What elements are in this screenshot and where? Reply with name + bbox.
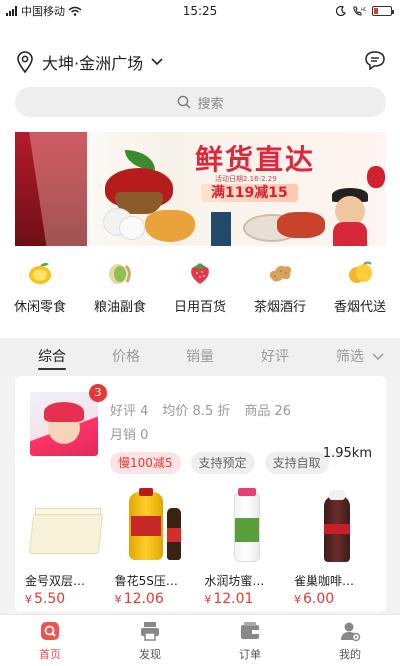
header-area: 大坤·金洲广场 搜索 鲜货直达 活动日期2.16-2.29 满119减15 休闲… (0, 22, 400, 338)
status-bar: 中国移动 15:25 HD (0, 0, 400, 22)
product-item[interactable]: 鲁花5S压… ¥12.06 (115, 488, 201, 608)
tab-label: 发现 (139, 647, 161, 661)
product-name: 鲁花5S压… (114, 574, 178, 588)
banner-title: 鲜货直达 (195, 143, 316, 176)
battery-icon (372, 6, 394, 16)
product-item[interactable]: 金号双层… ¥5.50 (25, 488, 111, 608)
shop-avatar (30, 392, 98, 456)
sort-tab-comprehensive[interactable]: 综合 (38, 338, 66, 376)
tab-label: 订单 (239, 647, 261, 661)
category-row: 休闲零食 粮油副食 日用百货 茶烟酒行 香烟代送 (0, 260, 400, 326)
category-label: 日用百货 (173, 300, 226, 315)
user-gear-icon (341, 622, 361, 641)
chevron-down-icon (151, 58, 163, 66)
chevron-down-icon (372, 353, 384, 360)
product-item[interactable]: 水润坊蜜… ¥12.01 (204, 488, 290, 608)
strawberry-icon (191, 263, 209, 284)
coffee-product-image (294, 488, 380, 566)
category-tea-wine[interactable]: 茶烟酒行 (241, 260, 319, 326)
sort-tab-rating[interactable]: 好评 (261, 338, 289, 376)
tea-box-image (211, 212, 231, 246)
search-bar[interactable]: 搜索 (15, 87, 386, 117)
tab-discover[interactable]: 发现 (100, 615, 200, 666)
shop-average-discount: 均价 8.5 折 (162, 404, 231, 419)
category-label: 粮油副食 (93, 300, 146, 315)
sausage-image (277, 212, 325, 238)
moon-icon (336, 6, 346, 16)
mango-icon (349, 261, 372, 283)
preorder-tag: 支持预定 (190, 452, 255, 474)
leaf-decoration (125, 150, 155, 170)
unread-badge: 3 (89, 384, 107, 402)
peanut-icon (269, 265, 292, 282)
pistachio-icon (109, 264, 131, 284)
self-pickup-tag: 支持自取 (264, 452, 329, 474)
product-name: 水润坊蜜… (204, 574, 265, 588)
product-item[interactable]: 雀巢咖啡… ¥6.00 (294, 488, 380, 608)
category-grain-oil[interactable]: 粮油副食 (81, 260, 159, 326)
printer-icon (141, 621, 159, 641)
location-selector[interactable]: 大坤·金洲广场 (16, 50, 163, 74)
shop-goods-count: 商品 26 (244, 404, 292, 419)
search-icon (178, 95, 192, 109)
tab-label: 首页 (39, 647, 61, 661)
location-pin-icon (17, 51, 33, 73)
doll-body-image (333, 222, 367, 246)
category-cigarette-delivery[interactable]: 香烟代送 (321, 260, 399, 326)
product-price: ¥6.00 (293, 591, 335, 607)
tab-home[interactable]: 首页 (0, 615, 100, 666)
svg-text:HD: HD (361, 7, 366, 12)
wallet-icon (241, 621, 259, 639)
sort-tab-filter[interactable]: 筛选 (336, 338, 384, 376)
shop-monthly-sales: 月销 0 (110, 428, 149, 443)
sort-tab-sales[interactable]: 销量 (186, 338, 214, 376)
lemon-icon (29, 262, 51, 284)
bottom-tab-bar: 首页 发现 订单 我的 (0, 614, 400, 666)
home-search-icon (41, 621, 59, 640)
juice-product-image (204, 488, 290, 566)
product-price: ¥12.06 (114, 591, 164, 607)
category-label: 茶烟酒行 (253, 300, 306, 315)
sort-tab-price[interactable]: 价格 (112, 338, 140, 376)
melon-image (145, 210, 195, 242)
shop-distance: 1.95km (322, 446, 372, 461)
oil-product-image (115, 488, 201, 566)
status-right: HD (336, 6, 394, 16)
banner-promo: 满119减15 (201, 184, 298, 202)
product-price: ¥12.01 (204, 591, 254, 607)
lantern-image (367, 166, 385, 188)
shop-stats: 好评 4 均价 8.5 折 商品 26 (110, 400, 291, 419)
tab-orders[interactable]: 订单 (200, 615, 300, 666)
hd-call-icon: HD (353, 6, 366, 16)
location-label: 大坤·金洲广场 (42, 54, 144, 73)
product-list: 金号双层… ¥5.50 鲁花5S压… ¥12.06 水润坊蜜… ¥12.01 雀… (25, 488, 380, 608)
tab-profile[interactable]: 我的 (300, 615, 400, 666)
sort-bar: 综合 价格 销量 好评 筛选 (0, 338, 400, 376)
product-name: 金号双层… (25, 574, 86, 588)
category-snacks[interactable]: 休闲零食 (1, 260, 79, 326)
search-placeholder: 搜索 (197, 96, 224, 112)
promo-banner[interactable]: 鲜货直达 活动日期2.16-2.29 满119减15 (15, 132, 386, 246)
category-label: 香烟代送 (333, 300, 386, 315)
tab-label: 我的 (339, 647, 361, 661)
shop-tags: 慢100减5 支持预定 支持自取 (110, 452, 329, 474)
shop-card[interactable]: 3 好评 4 均价 8.5 折 商品 26 月销 0 慢100减5 支持预定 支… (15, 376, 386, 612)
product-price: ¥5.50 (25, 591, 66, 607)
shop-rating: 好评 4 (110, 404, 149, 419)
product-name: 雀巢咖啡… (293, 574, 354, 588)
banner-date: 活动日期2.16-2.29 (215, 175, 277, 183)
category-label: 休闲零食 (13, 300, 66, 315)
message-button[interactable] (364, 50, 386, 71)
category-daily-goods[interactable]: 日用百货 (161, 260, 239, 326)
tissue-product-image (25, 488, 111, 566)
dumpling-image-2 (119, 216, 145, 240)
filter-label: 筛选 (336, 349, 364, 365)
chat-icon (365, 51, 385, 71)
discount-tag: 慢100减5 (110, 452, 181, 474)
